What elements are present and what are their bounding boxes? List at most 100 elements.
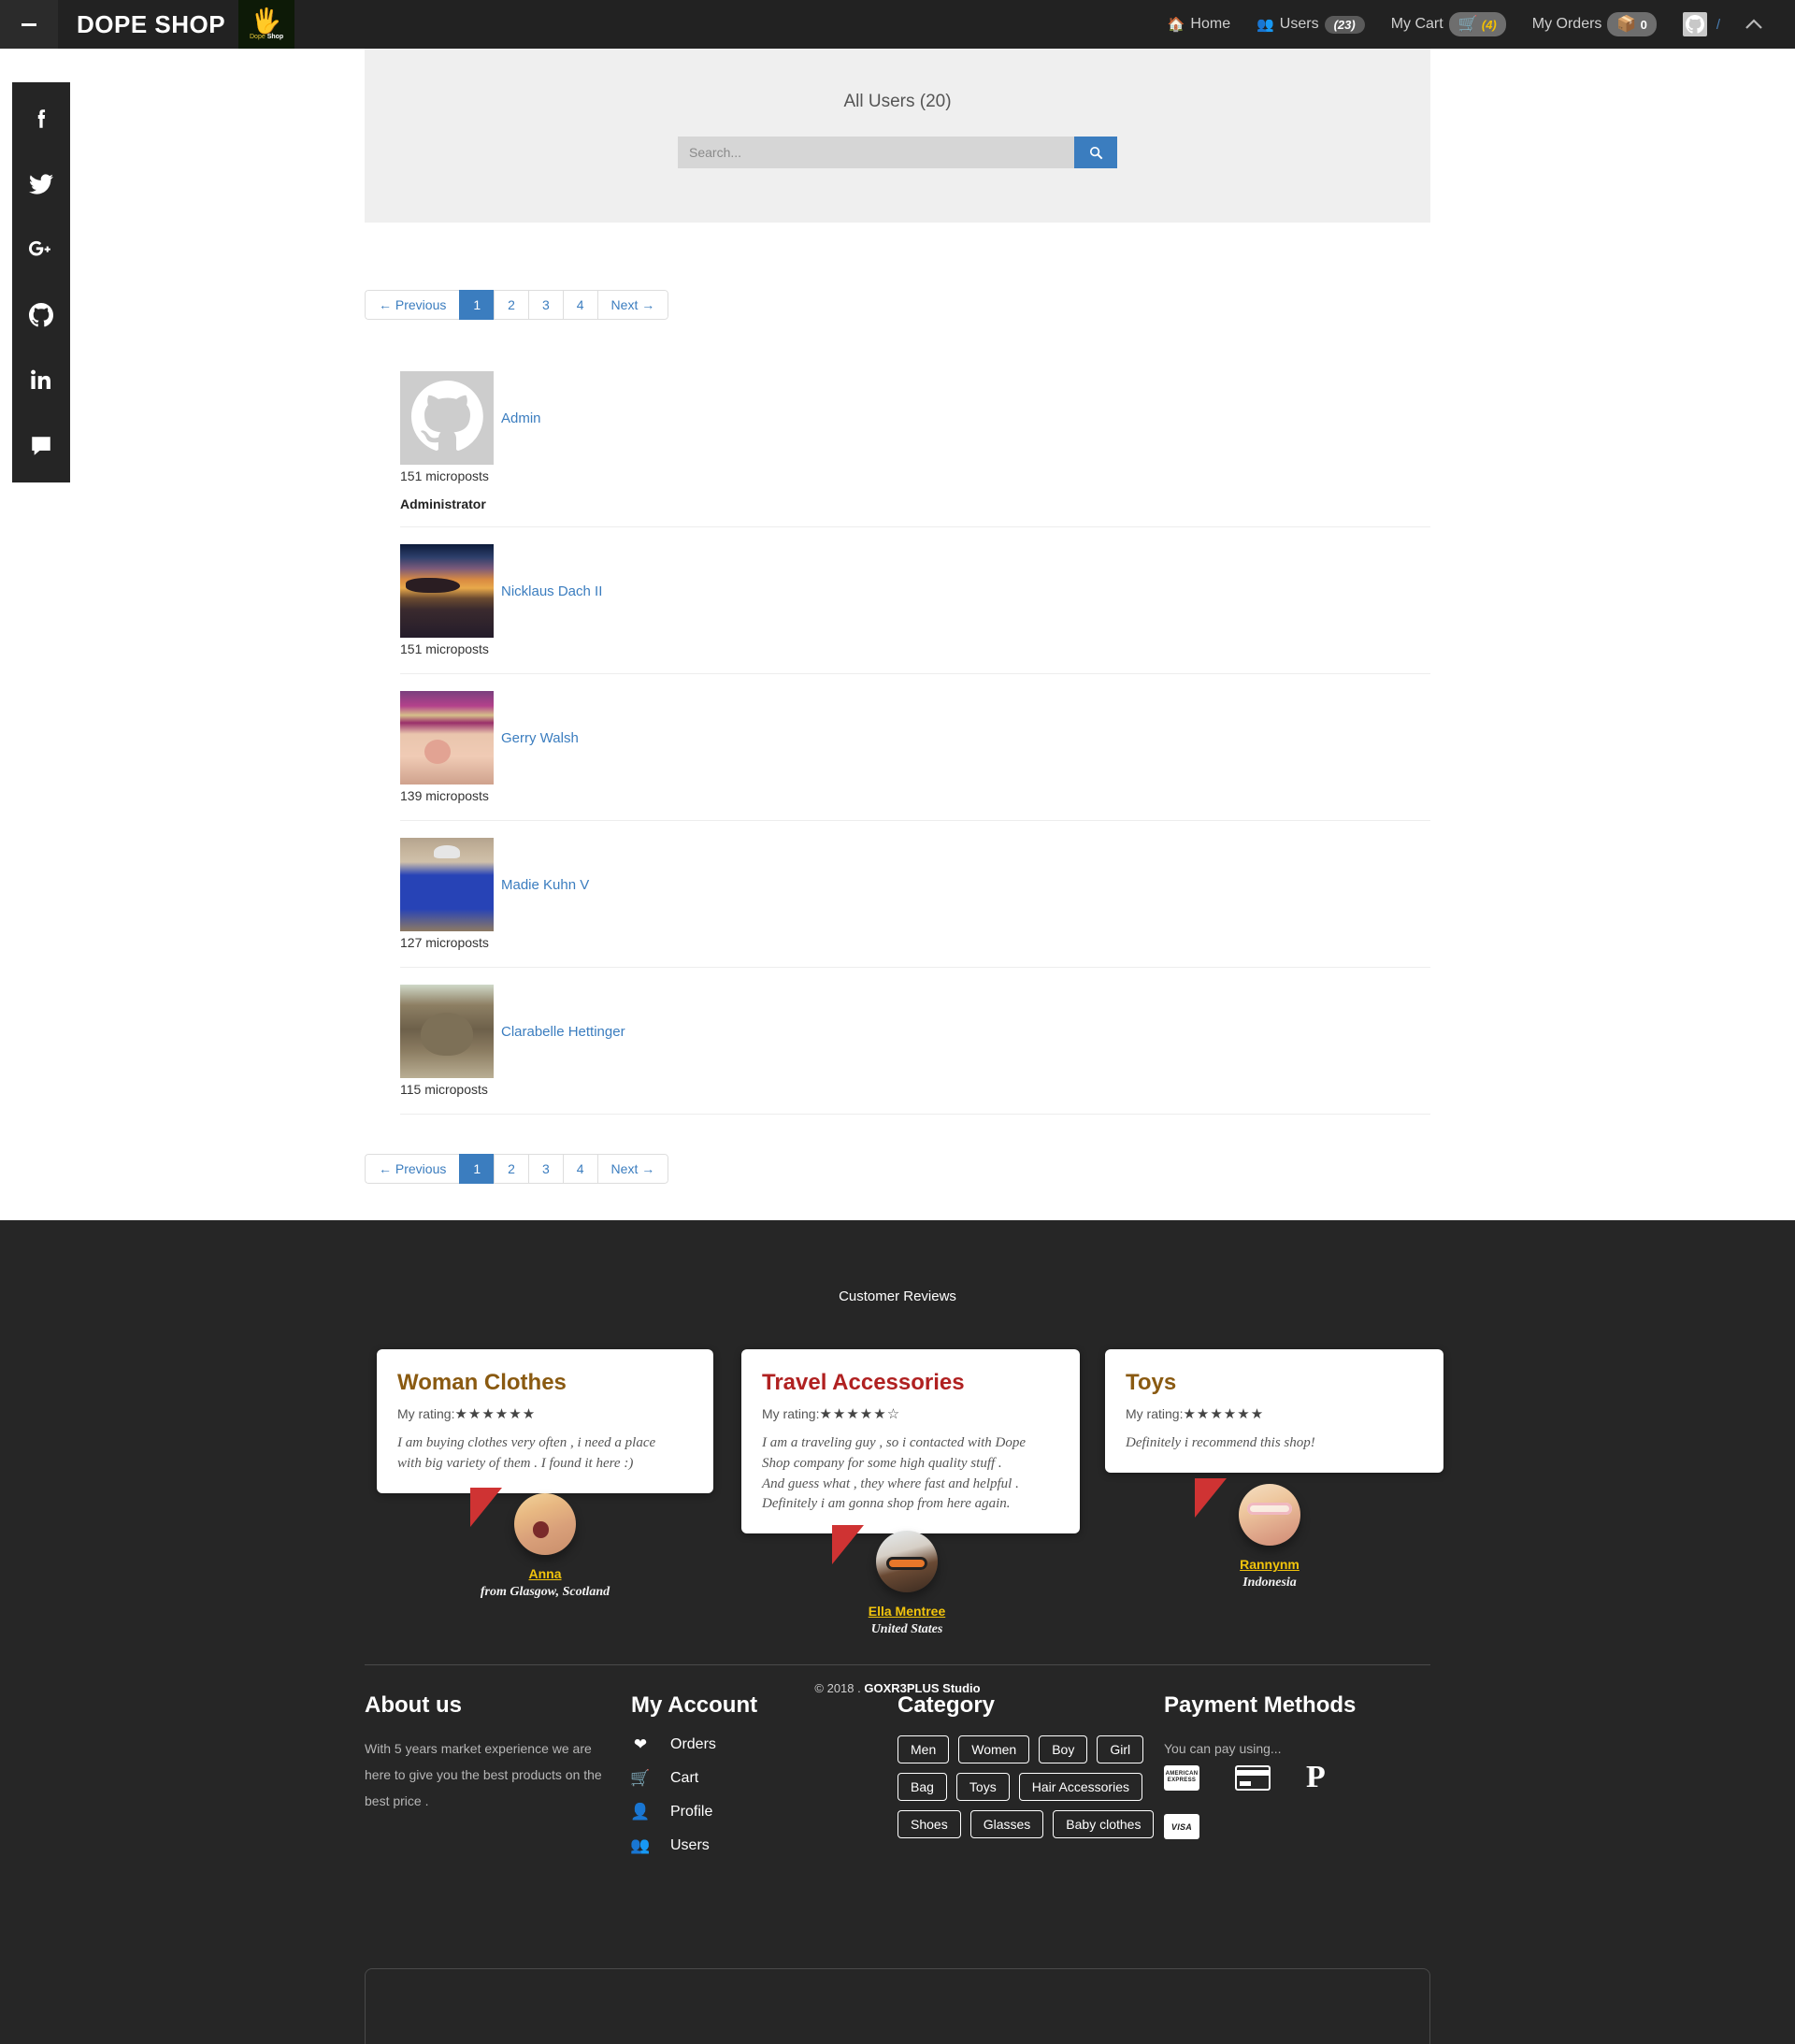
footer-payment-column: Payment Methods You can pay using... AME… bbox=[1164, 1692, 1430, 1870]
review-card: Travel Accessories My rating:★★★★★☆ I am… bbox=[741, 1349, 1080, 1533]
pagination-next[interactable]: Next → bbox=[596, 290, 669, 320]
collapse-navbar-button[interactable] bbox=[1733, 0, 1774, 49]
reviewer-name[interactable]: Rannynm bbox=[1195, 1557, 1344, 1572]
footer-about-column: About us With 5 years market experience … bbox=[365, 1692, 631, 1870]
heart-icon: ❤ bbox=[633, 1735, 648, 1753]
github-icon[interactable] bbox=[12, 282, 70, 348]
avatar bbox=[1239, 1484, 1300, 1546]
user-name-link[interactable]: Nicklaus Dach II bbox=[501, 583, 602, 599]
sidebar-toggle-button[interactable] bbox=[0, 0, 58, 49]
category-chip-glasses[interactable]: Glasses bbox=[969, 1810, 1044, 1838]
pagination-bottom: ← Previous 1 2 3 4 Next → bbox=[365, 1154, 669, 1184]
category-chip-men[interactable]: Men bbox=[898, 1735, 950, 1763]
category-chip-women[interactable]: Women bbox=[958, 1735, 1030, 1763]
nav-item-orders[interactable]: My Orders 📦 0 bbox=[1519, 0, 1670, 49]
category-chip-shoes[interactable]: Shoes bbox=[898, 1810, 961, 1838]
twitter-icon[interactable] bbox=[12, 151, 70, 217]
google-plus-icon[interactable] bbox=[12, 217, 70, 282]
search-button[interactable] bbox=[1074, 137, 1117, 168]
pagination-page-1[interactable]: 1 bbox=[459, 290, 495, 320]
baby-photo-avatar bbox=[400, 691, 494, 784]
cart-icon: 🛒 bbox=[630, 1769, 651, 1787]
pagination-next[interactable]: Next → bbox=[596, 1154, 669, 1184]
nav-item-account[interactable]: / bbox=[1670, 0, 1733, 49]
search-input[interactable] bbox=[678, 137, 1074, 168]
review-title: Woman Clothes bbox=[397, 1370, 567, 1395]
orders-count: 0 bbox=[1640, 17, 1647, 32]
rating-label: My rating: bbox=[762, 1406, 820, 1421]
user-name-link[interactable]: Gerry Walsh bbox=[501, 730, 579, 746]
rating-stars: ★★★★★★ bbox=[1183, 1406, 1265, 1422]
category-chips: Men Women Boy Girl Bag Toys Hair Accesso… bbox=[898, 1735, 1164, 1838]
home-icon: 🏠 bbox=[1167, 17, 1185, 33]
user-name-link[interactable]: Madie Kuhn V bbox=[501, 877, 589, 893]
category-chip-baby-clothes[interactable]: Baby clothes bbox=[1053, 1810, 1155, 1838]
logo-text-1: Dope bbox=[250, 34, 267, 40]
speech-pointer-icon bbox=[832, 1525, 864, 1564]
pagination-page-1[interactable]: 1 bbox=[459, 1154, 495, 1184]
user-microposts: 151 microposts bbox=[400, 468, 489, 483]
category-chip-girl[interactable]: Girl bbox=[1097, 1735, 1144, 1763]
category-chip-bag[interactable]: Bag bbox=[898, 1773, 947, 1801]
user-name-link[interactable]: Clarabelle Hettinger bbox=[501, 1024, 625, 1040]
pagination-page-2[interactable]: 2 bbox=[494, 1154, 528, 1184]
pagination-top: ← Previous 1 2 3 4 Next → bbox=[365, 290, 669, 320]
users-icon: 👥 bbox=[1256, 17, 1274, 33]
man-photo-avatar bbox=[400, 838, 494, 931]
footer-link-orders[interactable]: ❤ Orders bbox=[631, 1735, 898, 1754]
review-text: I am a traveling guy , so i contacted wi… bbox=[762, 1435, 1027, 1512]
copyright-text: © 2018 . GOXR3PLUS Studio bbox=[0, 1681, 1795, 1695]
social-sidebar bbox=[12, 82, 70, 482]
orders-badge: 📦 0 bbox=[1607, 12, 1657, 36]
pagination-page-3[interactable]: 3 bbox=[527, 290, 563, 320]
brand-logo[interactable]: 🖐 Dope Shop bbox=[238, 0, 295, 49]
linkedin-icon[interactable] bbox=[12, 348, 70, 413]
cart-count: (4) bbox=[1481, 17, 1497, 32]
nav-item-home[interactable]: 🏠 Home bbox=[1155, 0, 1243, 49]
pagination-previous[interactable]: ← Previous bbox=[365, 1154, 460, 1184]
nav-item-cart[interactable]: My Cart 🛒 (4) bbox=[1378, 0, 1519, 49]
pagination-page-3[interactable]: 3 bbox=[527, 1154, 563, 1184]
basket-icon: 📦 bbox=[1616, 15, 1637, 33]
pagination-page-4[interactable]: 4 bbox=[562, 290, 597, 320]
users-count-badge: (23) bbox=[1324, 15, 1365, 34]
avatar bbox=[514, 1493, 576, 1555]
pagination-previous[interactable]: ← Previous bbox=[365, 290, 460, 320]
reviewer-block: Anna from Glasgow, Scotland bbox=[470, 1488, 620, 1600]
pagination-page-4[interactable]: 4 bbox=[562, 1154, 597, 1184]
comments-icon[interactable] bbox=[12, 413, 70, 479]
review-title: Toys bbox=[1126, 1370, 1177, 1395]
facebook-icon[interactable] bbox=[12, 86, 70, 151]
amex-icon: AMERICAN EXPRESS bbox=[1164, 1764, 1199, 1791]
reviewer-name[interactable]: Ella Mentree bbox=[832, 1604, 982, 1619]
rating-label: My rating: bbox=[1126, 1406, 1184, 1421]
about-text: With 5 years market experience we are he… bbox=[365, 1741, 602, 1808]
payment-icons-row-1: AMERICAN EXPRESS P bbox=[1164, 1762, 1430, 1793]
category-chip-boy[interactable]: Boy bbox=[1039, 1735, 1088, 1763]
rating-label: My rating: bbox=[397, 1406, 455, 1421]
nav-item-users[interactable]: 👥 Users (23) bbox=[1243, 0, 1378, 49]
pagination-page-2[interactable]: 2 bbox=[494, 290, 528, 320]
copyright-prefix: © 2018 . bbox=[814, 1681, 865, 1695]
nav-item-orders-label: My Orders bbox=[1531, 16, 1602, 32]
github-icon bbox=[1685, 15, 1704, 34]
cart-badge: 🛒 (4) bbox=[1448, 12, 1506, 36]
user-microposts: 151 microposts bbox=[400, 641, 489, 656]
user-microposts: 139 microposts bbox=[400, 788, 489, 803]
hand-icon: 🖐 bbox=[251, 7, 282, 35]
reviewer-name[interactable]: Anna bbox=[470, 1566, 620, 1581]
logo-text-2: Shop bbox=[266, 34, 284, 40]
payment-note: You can pay using... bbox=[1164, 1741, 1282, 1756]
footer-link-users[interactable]: 👥 Users bbox=[630, 1836, 898, 1855]
footer-link-profile[interactable]: 👤 Profile bbox=[630, 1803, 898, 1821]
account-avatar bbox=[1682, 12, 1707, 36]
category-heading: Category bbox=[898, 1692, 996, 1718]
nav-item-cart-label: My Cart bbox=[1390, 16, 1443, 32]
footer-link-cart[interactable]: 🛒 Cart bbox=[630, 1769, 898, 1788]
user-name-link[interactable]: Admin bbox=[501, 410, 541, 426]
brand-title[interactable]: DOPE SHOP bbox=[77, 10, 225, 39]
category-chip-toys[interactable]: Toys bbox=[955, 1773, 1010, 1801]
reviews-heading: Customer Reviews bbox=[839, 1288, 956, 1304]
review-rating: My rating:★★★★★★ bbox=[1126, 1405, 1423, 1422]
category-chip-hair-accessories[interactable]: Hair Accessories bbox=[1018, 1773, 1142, 1801]
